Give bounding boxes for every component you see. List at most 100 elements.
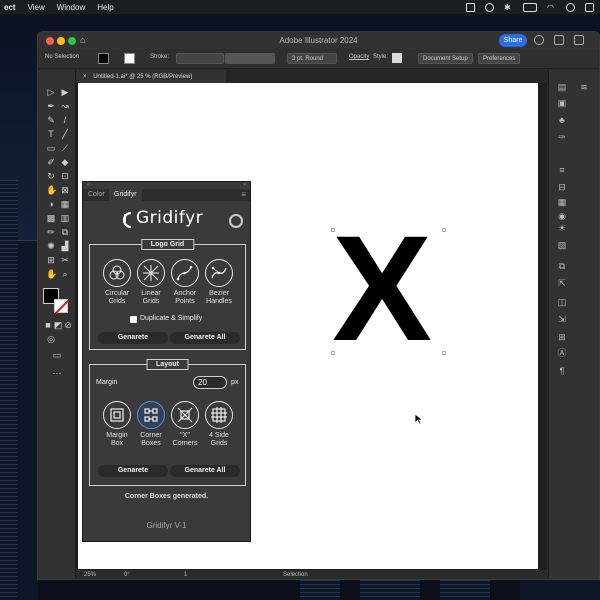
selection-tool-icon[interactable]: ▷ bbox=[46, 87, 56, 97]
libraries-icon[interactable]: ▣ bbox=[557, 98, 567, 108]
panel-menu-icon[interactable]: ≡ bbox=[241, 190, 246, 199]
character-icon[interactable]: Ⓐ bbox=[557, 348, 567, 358]
document-tab[interactable]: × Untitled-1.ai* @ 25 % (RGB/Preview) bbox=[76, 70, 226, 84]
panel-collapse-icon[interactable]: « bbox=[87, 182, 90, 188]
logo-grid-generate-all-button[interactable]: Genarete All bbox=[170, 332, 240, 344]
tab-color[interactable]: Color bbox=[83, 189, 110, 201]
screen-icon[interactable] bbox=[466, 2, 475, 12]
opacity-label[interactable]: Opacity bbox=[349, 54, 369, 60]
export-icon[interactable]: ⇱ bbox=[557, 278, 567, 288]
bezier-handles-option[interactable]: Bezier Handles bbox=[204, 259, 234, 306]
corner-boxes-option[interactable]: Corner Boxes bbox=[136, 401, 166, 448]
preferences-button[interactable]: Preferences bbox=[478, 53, 521, 64]
color-guide-icon[interactable]: ◉ bbox=[557, 211, 567, 221]
artboard-tool-icon[interactable]: ⊞ bbox=[46, 255, 56, 265]
menu-item-edit[interactable]: ect bbox=[4, 3, 16, 12]
pencil-tool-icon[interactable]: ✎ bbox=[46, 115, 56, 125]
brushes-icon[interactable]: ✑ bbox=[557, 132, 567, 142]
refresh-icon[interactable] bbox=[229, 214, 243, 228]
color-mode-icon[interactable]: ■ bbox=[43, 320, 53, 330]
artboard-letter-x[interactable]: X bbox=[332, 213, 432, 363]
circular-grids-option[interactable]: Circular Grids bbox=[102, 259, 132, 306]
curvature-tool-icon[interactable]: ↝ bbox=[60, 101, 70, 111]
transform-icon[interactable]: ⊟ bbox=[557, 182, 567, 192]
margin-box-option[interactable]: Margin Box bbox=[102, 401, 132, 448]
layout-generate-all-button[interactable]: Genarete All bbox=[170, 465, 240, 477]
warp-tool-icon[interactable]: ✋ bbox=[46, 185, 57, 195]
rectangle-tool-icon[interactable]: ▭ bbox=[46, 143, 56, 153]
wifi-icon[interactable]: ◠ bbox=[547, 3, 556, 12]
linear-grids-option[interactable]: Linear Grids bbox=[136, 259, 166, 306]
bounding-anchor[interactable] bbox=[442, 228, 446, 232]
asset-export-icon[interactable]: ⇲ bbox=[557, 314, 567, 324]
swatches-icon[interactable]: ▦ bbox=[557, 197, 567, 207]
free-transform-tool-icon[interactable]: ⊠ bbox=[60, 185, 70, 195]
panel-close-icon[interactable]: × bbox=[243, 182, 246, 188]
paragraph-icon[interactable]: ¶ bbox=[557, 366, 567, 376]
symbols-icon[interactable]: ♣ bbox=[557, 115, 567, 125]
direct-selection-tool-icon[interactable]: ▶ bbox=[60, 87, 70, 97]
bluetooth-icon[interactable]: ✱ bbox=[504, 3, 513, 12]
current-tool-name[interactable]: Selection bbox=[283, 572, 308, 578]
artboard-index[interactable]: 1 bbox=[184, 572, 187, 578]
properties-icon[interactable]: ▤ bbox=[557, 82, 567, 92]
none-mode-icon[interactable]: ⊘ bbox=[63, 320, 73, 330]
drawing-modes-icon[interactable]: ◎ bbox=[46, 334, 56, 344]
stroke-weight-field[interactable] bbox=[176, 53, 224, 64]
variable-width-field[interactable] bbox=[225, 53, 275, 64]
menu-item-help[interactable]: Help bbox=[97, 3, 113, 12]
type-tool-icon[interactable]: T bbox=[46, 129, 56, 139]
search-icon[interactable] bbox=[534, 35, 544, 45]
close-tab-icon[interactable]: × bbox=[83, 74, 87, 80]
bounding-anchor[interactable] bbox=[331, 351, 335, 355]
four-side-grids-option[interactable]: 4 Side Grids bbox=[204, 401, 234, 448]
x-corners-option[interactable]: "X" Corners bbox=[170, 401, 200, 448]
battery-icon[interactable] bbox=[523, 2, 537, 12]
zoom-level[interactable]: 25% bbox=[84, 572, 96, 578]
duplicate-simplify-checkbox[interactable] bbox=[130, 316, 137, 323]
scale-tool-icon[interactable]: ⊡ bbox=[60, 171, 70, 181]
document-setup-button[interactable]: Document Setup bbox=[418, 53, 473, 64]
slice-tool-icon[interactable]: ✂ bbox=[60, 255, 70, 265]
rotate-tool-icon[interactable]: ↻ bbox=[46, 171, 56, 181]
layout-generate-button[interactable]: Genarete bbox=[98, 465, 168, 477]
brush-tool-icon[interactable]: ⟋ bbox=[60, 143, 70, 153]
line-tool-icon[interactable]: ╱ bbox=[60, 129, 70, 139]
fill-swatch[interactable] bbox=[98, 53, 109, 64]
eraser-tool-icon[interactable]: ◆ bbox=[60, 157, 70, 167]
bounding-anchor[interactable] bbox=[331, 228, 335, 232]
mesh-tool-icon[interactable]: ▩ bbox=[46, 213, 56, 223]
control-center-icon[interactable] bbox=[585, 2, 594, 12]
align-icon[interactable]: ≡ bbox=[557, 165, 567, 175]
menu-item-view[interactable]: View bbox=[28, 3, 45, 12]
eyedropper-tool-icon[interactable]: ✏ bbox=[46, 227, 56, 237]
shape-builder-tool-icon[interactable]: ◑ bbox=[46, 199, 56, 209]
anchor-points-option[interactable]: Anchor Points bbox=[170, 259, 200, 306]
arrange-icon[interactable] bbox=[574, 35, 584, 45]
graphic-styles-icon[interactable]: ▧ bbox=[557, 240, 567, 250]
artboards-icon[interactable]: ◫ bbox=[557, 297, 567, 307]
zoom-tool-icon[interactable]: ⌕ bbox=[60, 269, 70, 279]
margin-input[interactable]: 20 bbox=[193, 376, 227, 389]
pathfinder-icon[interactable]: ⊞ bbox=[557, 332, 567, 342]
rotation-value[interactable]: 0° bbox=[124, 572, 130, 578]
perspective-tool-icon[interactable]: ▦ bbox=[60, 199, 70, 209]
more-tools-icon[interactable]: ⋯ bbox=[52, 368, 62, 378]
appearance-icon[interactable]: ☀ bbox=[557, 223, 567, 233]
layers-icon[interactable]: ≋ bbox=[579, 82, 589, 92]
gradient-tool-icon[interactable]: ▥ bbox=[60, 213, 70, 223]
logo-grid-generate-button[interactable]: Genarete bbox=[98, 332, 168, 344]
symbol-sprayer-tool-icon[interactable]: ✺ bbox=[46, 241, 56, 251]
gradient-mode-icon[interactable]: ◩ bbox=[53, 320, 63, 330]
hand-tool-icon[interactable]: ✋ bbox=[46, 269, 57, 279]
record-icon[interactable] bbox=[485, 2, 494, 12]
bounding-anchor[interactable] bbox=[442, 351, 446, 355]
brush-profile-dropdown[interactable]: 3 pt. Round bbox=[287, 53, 337, 64]
links-icon[interactable]: ⧉ bbox=[557, 261, 567, 271]
search-icon[interactable] bbox=[566, 2, 575, 12]
workspace-icon[interactable] bbox=[554, 35, 564, 45]
tab-gridifyr[interactable]: Gridifyr bbox=[109, 189, 142, 201]
graph-tool-icon[interactable]: ▟ bbox=[60, 241, 70, 251]
shaper-tool-icon[interactable]: ✐ bbox=[46, 157, 56, 167]
share-button[interactable]: Share bbox=[499, 34, 527, 47]
